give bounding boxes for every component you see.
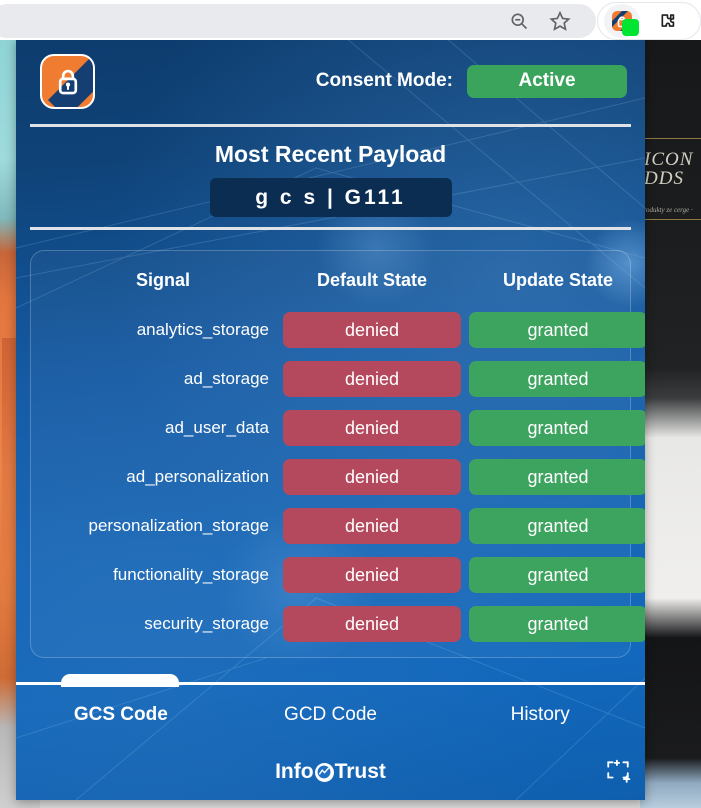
bookmark-star-icon[interactable]	[547, 8, 573, 34]
status-badge-granted: granted	[469, 508, 645, 544]
extension-status-badge	[622, 19, 639, 36]
signal-name: functionality_storage	[113, 565, 269, 584]
default-state-cell: denied	[283, 606, 461, 642]
brand-suffix: Trust	[334, 760, 386, 783]
app-logo-icon	[40, 53, 95, 109]
background-right-subtext: produkty ze cerge ·	[640, 206, 693, 214]
status-badge-granted: granted	[469, 410, 645, 446]
payload-value: g c s | G111	[209, 178, 452, 217]
popup-footer: Info Trust	[16, 744, 645, 800]
update-state-cell: granted	[469, 410, 645, 446]
browser-toolbar	[0, 0, 701, 40]
status-badge-denied: denied	[283, 459, 461, 495]
extensions-puzzle-icon[interactable]	[652, 8, 682, 34]
table-row: analytics_storage denied granted	[43, 311, 645, 349]
signal-name: ad_personalization	[126, 467, 269, 486]
consent-mode-label: Consent Mode:	[315, 70, 453, 91]
active-tab-indicator	[61, 674, 179, 687]
default-state-cell: denied	[283, 410, 461, 446]
table-row: ad_storage denied granted	[43, 360, 645, 398]
signals-card: Signal Default State Update State analyt…	[30, 250, 645, 658]
tab-gcd-code[interactable]: GCD Code	[226, 704, 436, 726]
status-badge-granted: granted	[469, 459, 645, 495]
signal-name: security_storage	[144, 614, 269, 633]
signals-table-header: Signal Default State Update State	[43, 265, 618, 295]
table-row: functionality_storage denied granted	[43, 556, 645, 594]
update-state-cell: granted	[469, 361, 645, 397]
background-right-strip: ICON DDS produkty ze cerge ·	[640, 38, 701, 808]
default-state-cell: denied	[283, 459, 461, 495]
tab-gcs-code[interactable]: GCS Code	[16, 704, 226, 726]
consent-mode-status-badge: Active	[467, 64, 627, 98]
tab-history[interactable]: History	[435, 704, 645, 726]
status-badge-granted: granted	[469, 312, 645, 348]
status-badge-denied: denied	[283, 508, 461, 544]
zoom-out-icon[interactable]	[506, 8, 532, 34]
update-state-cell: granted	[469, 312, 645, 348]
extension-action-icon[interactable]	[604, 4, 640, 38]
popup-header: Consent Mode: Active	[16, 38, 645, 124]
signal-name: analytics_storage	[136, 320, 269, 339]
default-state-cell: denied	[283, 312, 461, 348]
status-badge-denied: denied	[283, 557, 461, 593]
capture-region-icon[interactable]	[605, 758, 631, 784]
tab-bar: GCS Code GCD Code History	[16, 674, 645, 744]
table-row: personalization_storage denied granted	[43, 507, 645, 545]
payload-section: Most Recent Payload g c s | G111	[30, 124, 631, 230]
default-state-cell: denied	[283, 508, 461, 544]
brand-mark-icon	[314, 762, 334, 782]
status-badge-granted: granted	[469, 557, 645, 593]
status-badge-granted: granted	[469, 361, 645, 397]
table-row: security_storage denied granted	[43, 605, 645, 643]
column-header-update-state: Update State	[502, 269, 614, 290]
status-badge-denied: denied	[283, 361, 461, 397]
background-right-heading: ICON DDS	[644, 149, 694, 189]
logo-stripe-top	[42, 55, 93, 60]
signal-name: ad_storage	[183, 369, 269, 388]
status-badge-denied: denied	[283, 606, 461, 642]
column-header-signal: Signal	[135, 269, 190, 290]
table-row: ad_user_data denied granted	[43, 409, 645, 447]
extension-popup: Consent Mode: Active Most Recent Payload…	[16, 38, 645, 800]
column-header-default-state: Default State	[316, 269, 428, 290]
default-state-cell: denied	[283, 361, 461, 397]
consent-mode-group: Consent Mode: Active	[315, 64, 631, 98]
update-state-cell: granted	[469, 508, 645, 544]
status-badge-denied: denied	[283, 410, 461, 446]
status-badge-denied: denied	[283, 312, 461, 348]
signal-name: ad_user_data	[165, 418, 269, 437]
update-state-cell: granted	[469, 606, 645, 642]
update-state-cell: granted	[469, 459, 645, 495]
brand-prefix: Info	[275, 760, 314, 783]
table-row: ad_personalization denied granted	[43, 458, 645, 496]
status-badge-granted: granted	[469, 606, 645, 642]
update-state-cell: granted	[469, 557, 645, 593]
payload-title: Most Recent Payload	[214, 141, 447, 167]
default-state-cell: denied	[283, 557, 461, 593]
lock-icon	[58, 69, 77, 95]
signal-name: personalization_storage	[88, 516, 269, 535]
brand-logo: Info Trust	[275, 760, 386, 784]
